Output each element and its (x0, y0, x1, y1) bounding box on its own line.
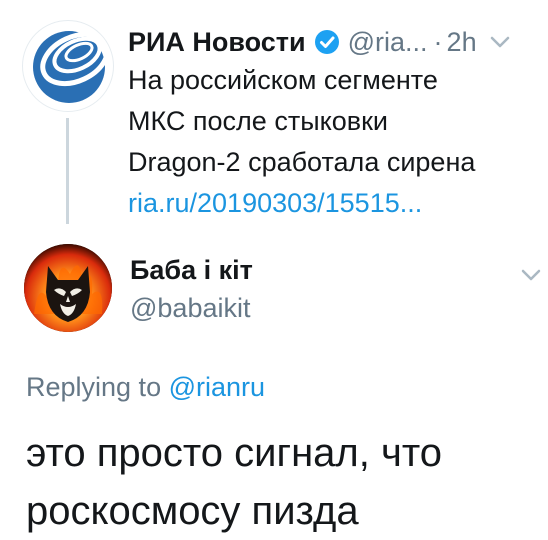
parent-text-line: Dragon-2 сработала сирена (128, 147, 476, 177)
reply-avatar[interactable] (24, 244, 112, 332)
fire-mask-avatar-icon (24, 244, 112, 332)
verified-badge-icon (314, 30, 339, 54)
chevron-down-icon[interactable] (520, 268, 542, 282)
reply-author-handle[interactable]: @babaikit (130, 293, 250, 324)
reply-author-name[interactable]: Баба і кіт (130, 255, 253, 286)
parent-author-handle[interactable]: @ria... (348, 27, 428, 58)
parent-author-name[interactable]: РИА Новости (128, 27, 306, 58)
replying-to-handle[interactable]: @rianru (169, 372, 265, 402)
parent-text-line: На российском сегменте (128, 65, 438, 95)
parent-avatar[interactable] (22, 20, 114, 112)
chevron-down-icon[interactable] (489, 35, 511, 49)
thread-connector-line (66, 118, 69, 224)
reply-text-line: роскосмосу пизда (26, 489, 359, 533)
ria-logo-icon (33, 31, 110, 103)
parent-tweet-header: РИА Новости @ria... · 2h (128, 22, 538, 62)
parent-tweet-text: На российском сегменте МКС после стыковк… (128, 60, 538, 224)
tweet-timestamp[interactable]: 2h (447, 27, 477, 58)
article-link[interactable]: ria.ru/20190303/15515... (128, 183, 538, 224)
tweet-time-separator: · (433, 26, 443, 57)
reply-text-line: это просто сигнал, что (26, 431, 442, 475)
reply-tweet-text: это просто сигнал, что роскосмосу пизда (26, 424, 536, 540)
parent-text-line: МКС после стыковки (128, 106, 388, 136)
replying-to-line: Replying to @rianru (26, 372, 265, 403)
replying-to-label: Replying to (26, 372, 162, 402)
